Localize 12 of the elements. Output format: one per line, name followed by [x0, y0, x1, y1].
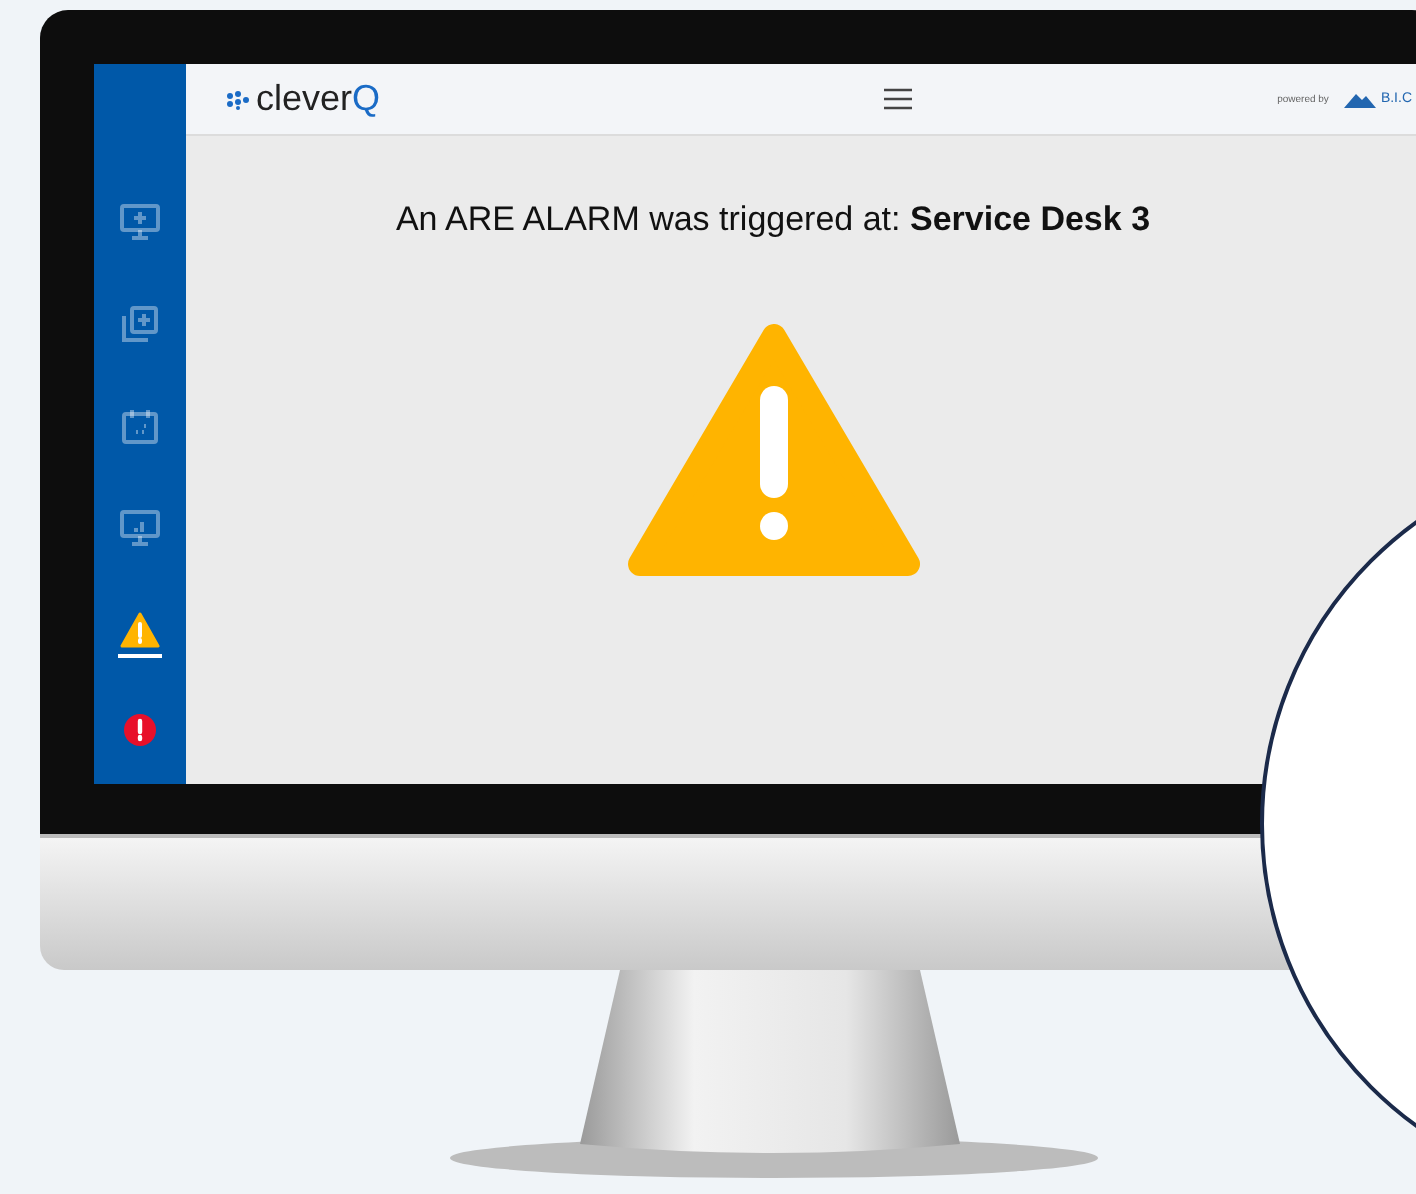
- dots-logo-icon: [226, 89, 250, 109]
- menu-icon[interactable]: [884, 88, 913, 110]
- alarm-message: An ARE ALARM was triggered at: Service Desk 3: [395, 200, 1151, 240]
- monitor-chart-icon: [120, 510, 160, 546]
- logo-text: cleverQ: [256, 78, 381, 120]
- calendar-icon: [122, 408, 158, 444]
- warning-icon: [120, 612, 160, 648]
- sidebar-item[interactable]: [118, 612, 162, 658]
- warning-icon: [627, 324, 919, 580]
- error-icon: [124, 714, 156, 746]
- copy-plus-icon: [122, 306, 158, 342]
- monitor-plus-icon: [120, 204, 160, 240]
